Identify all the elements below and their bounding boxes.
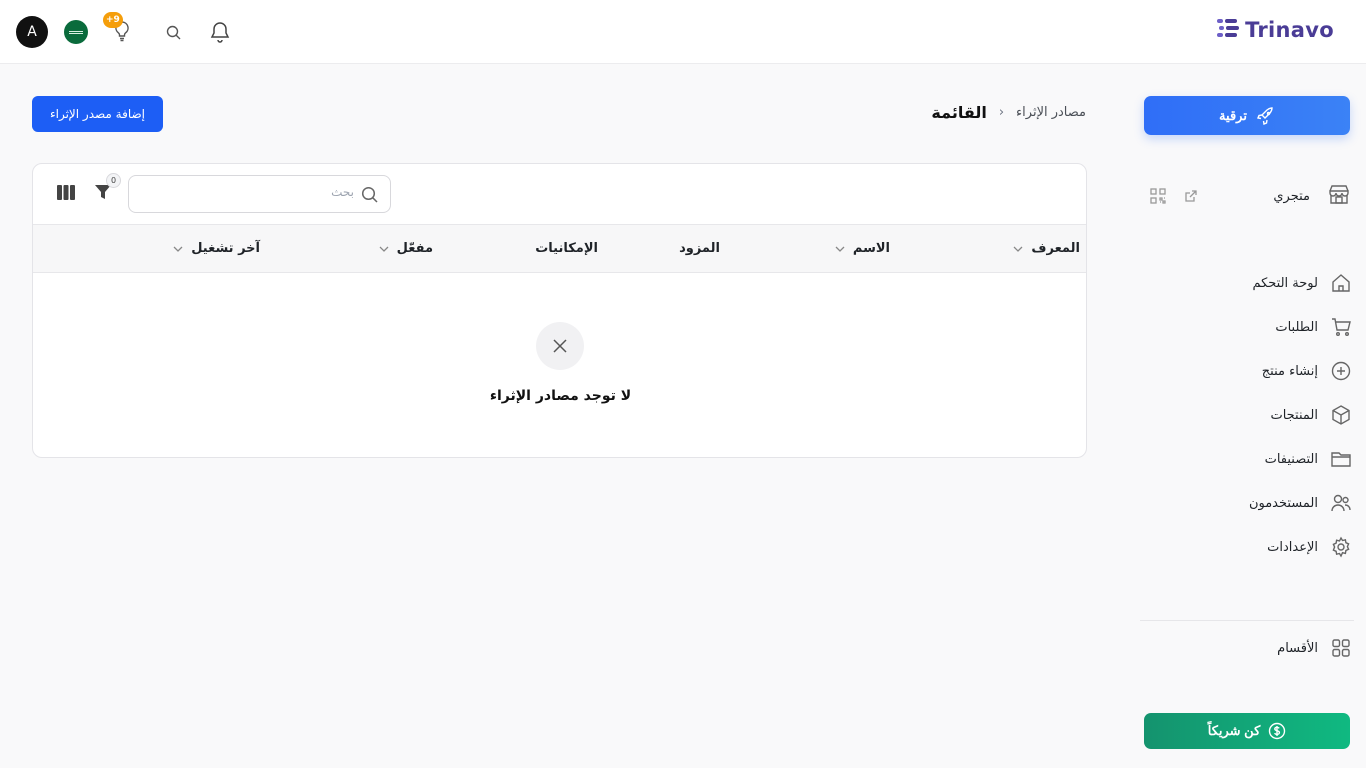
column-header-id[interactable]: المعرف	[1013, 241, 1080, 256]
bell-icon[interactable]	[210, 21, 230, 43]
external-link-icon[interactable]	[1184, 189, 1198, 203]
table-header: المعرف الاسم المزود الإمكانيات مفعّل آخر…	[33, 224, 1086, 273]
box-icon	[1332, 405, 1350, 425]
logo-icon	[1217, 19, 1240, 37]
chevron-down-icon	[1013, 246, 1023, 252]
become-partner-button[interactable]: كن شريكاً	[1144, 713, 1350, 749]
chevron-down-icon	[173, 246, 183, 252]
my-store-row[interactable]: متجري	[1144, 183, 1350, 211]
sidebar-item-label: التصنيفات	[1264, 451, 1318, 467]
dollar-circle-icon	[1269, 722, 1286, 740]
sidebar-item-label: المنتجات	[1270, 407, 1318, 423]
language-flag-icon[interactable]	[64, 20, 88, 44]
column-header-provider: المزود	[679, 241, 720, 256]
column-header-label: مفعّل	[396, 241, 433, 256]
column-header-label: المعرف	[1031, 241, 1080, 256]
sidebar-nav: لوحة التحكم الطلبات إنشاء منتج المنتجات …	[1142, 261, 1352, 569]
brand-logo[interactable]: Trinavo	[1217, 18, 1334, 42]
top-header: Trinavo A +9	[0, 0, 1366, 64]
column-header-label: الاسم	[852, 241, 890, 256]
empty-state-circle	[536, 322, 584, 370]
sidebar-item-categories[interactable]: التصنيفات	[1142, 437, 1352, 481]
column-header-enabled[interactable]: مفعّل	[379, 241, 433, 256]
column-header-label: المزود	[679, 241, 720, 256]
sidebar-item-sections[interactable]: الأقسام	[1277, 637, 1352, 659]
sidebar-item-settings[interactable]: الإعدادات	[1142, 525, 1352, 569]
my-store-label: متجري	[1273, 189, 1310, 204]
sidebar-divider	[1140, 620, 1354, 621]
partner-label: كن شريكاً	[1207, 723, 1261, 738]
sidebar-item-dashboard[interactable]: لوحة التحكم	[1142, 261, 1352, 305]
chevron-down-icon	[379, 246, 389, 252]
gear-icon	[1332, 536, 1350, 558]
folder-icon	[1331, 452, 1351, 467]
page-title: القائمة	[931, 103, 987, 122]
sidebar: ترقية متجري لوحة التحكم الطلبات إنشاء من…	[1130, 65, 1366, 768]
brand-name: Trinavo	[1245, 18, 1334, 42]
upgrade-label: ترقية	[1219, 107, 1247, 123]
chevron-down-icon	[835, 246, 845, 252]
rocket-icon	[1256, 106, 1273, 125]
column-header-capabilities: الإمكانيات	[535, 241, 598, 256]
qr-code-icon[interactable]	[1150, 188, 1166, 204]
sidebar-item-label: لوحة التحكم	[1252, 275, 1318, 291]
breadcrumb-separator: ›	[998, 105, 1005, 120]
sidebar-item-users[interactable]: المستخدمون	[1142, 481, 1352, 525]
store-icon	[1329, 185, 1349, 204]
sidebar-item-products[interactable]: المنتجات	[1142, 393, 1352, 437]
upgrade-button[interactable]: ترقية	[1144, 96, 1350, 135]
sidebar-item-label: الإعدادات	[1267, 539, 1318, 555]
sidebar-item-label: المستخدمون	[1248, 495, 1318, 511]
sidebar-item-label: الأقسام	[1277, 640, 1318, 656]
column-header-label: الإمكانيات	[535, 241, 598, 256]
search-box	[128, 175, 391, 213]
sidebar-item-label: إنشاء منتج	[1261, 363, 1318, 379]
cart-icon	[1332, 318, 1351, 337]
avatar[interactable]: A	[16, 16, 48, 48]
sidebar-item-orders[interactable]: الطلبات	[1142, 305, 1352, 349]
search-input[interactable]	[154, 185, 354, 199]
search-icon	[361, 186, 378, 203]
home-icon	[1332, 274, 1350, 292]
grid-icon	[1332, 639, 1350, 657]
column-header-name[interactable]: الاسم	[835, 241, 890, 256]
breadcrumb: مصادر الإثراء › القائمة	[931, 103, 1086, 122]
plus-circle-icon	[1331, 361, 1351, 381]
column-header-last-run[interactable]: آخر تشغيل	[173, 241, 260, 256]
column-header-label: آخر تشغيل	[191, 241, 260, 256]
empty-state-message: لا توجد مصادر الإثراء	[489, 388, 632, 404]
users-icon	[1331, 494, 1351, 512]
columns-icon[interactable]	[57, 185, 75, 200]
breadcrumb-parent-link[interactable]: مصادر الإثراء	[1016, 105, 1086, 120]
search-icon[interactable]	[166, 25, 181, 40]
sidebar-item-label: الطلبات	[1275, 319, 1318, 335]
enrichment-sources-table: 0 المعرف الاسم المزود الإمكانيات مفعّل آ…	[32, 163, 1087, 458]
filter-count-badge: 0	[106, 173, 121, 188]
close-icon	[553, 339, 567, 353]
add-enrichment-source-button[interactable]: إضافة مصدر الإثراء	[32, 96, 163, 132]
sidebar-item-create-product[interactable]: إنشاء منتج	[1142, 349, 1352, 393]
notification-count-badge: +9	[103, 12, 123, 28]
